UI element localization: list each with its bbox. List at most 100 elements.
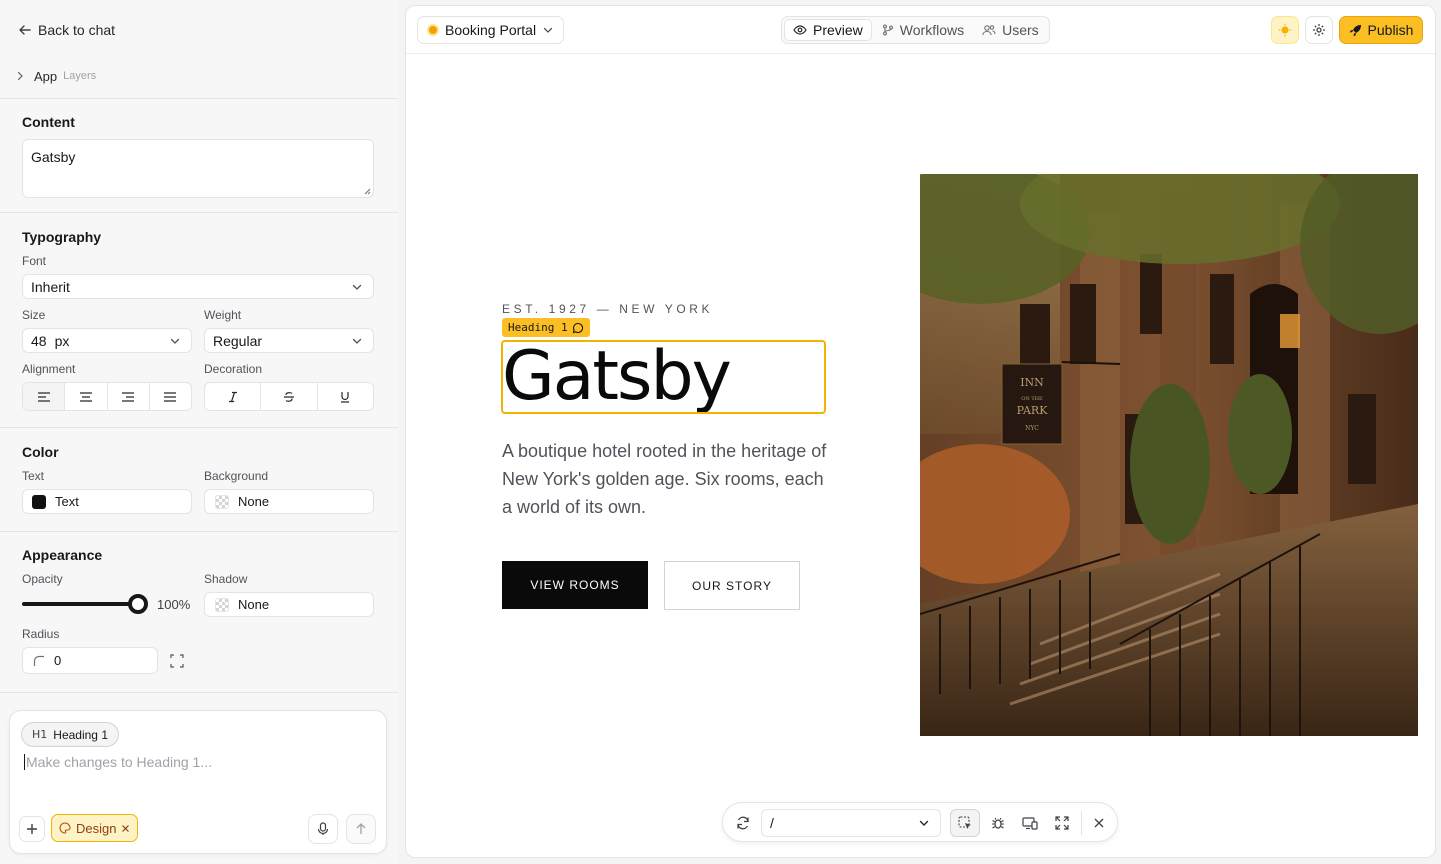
alignment-segmented-control	[22, 382, 192, 411]
select-element-icon	[958, 816, 972, 830]
resize-handle-icon[interactable]	[363, 187, 371, 195]
align-center-button[interactable]	[65, 383, 108, 410]
underline-icon	[339, 391, 351, 403]
arrow-up-icon	[355, 823, 367, 835]
font-label: Font	[22, 254, 47, 268]
text-color-picker[interactable]: Text	[22, 489, 192, 514]
fullscreen-button[interactable]	[1049, 810, 1075, 836]
align-left-icon	[37, 391, 51, 403]
breadcrumb-app[interactable]: App	[34, 69, 57, 84]
content-textarea[interactable]: Gatsby	[22, 139, 374, 198]
publish-button[interactable]: Publish	[1339, 16, 1423, 44]
close-icon	[1093, 817, 1105, 829]
route-select[interactable]: /	[761, 809, 941, 837]
refresh-icon	[736, 816, 750, 830]
context-chip[interactable]: H1 Heading 1	[21, 722, 119, 747]
weight-label: Weight	[204, 308, 242, 322]
weight-select[interactable]: Regular	[204, 328, 374, 353]
transparent-swatch-icon	[215, 597, 229, 612]
selection-outline	[501, 340, 826, 414]
arrow-left-icon	[18, 23, 32, 37]
expand-corners-icon	[170, 654, 184, 668]
underline-button[interactable]	[318, 383, 373, 410]
font-value: Inherit	[31, 278, 70, 295]
tab-preview-label: Preview	[813, 22, 863, 38]
add-attachment-button[interactable]	[19, 816, 45, 842]
opacity-slider-track[interactable]	[22, 602, 140, 606]
size-label: Size	[22, 308, 46, 322]
radius-input[interactable]: 0	[22, 647, 158, 674]
align-justify-icon	[163, 391, 177, 403]
chevron-down-icon	[351, 335, 363, 347]
close-preview-button[interactable]	[1086, 810, 1112, 836]
view-rooms-button[interactable]: VIEW ROOMS	[502, 561, 648, 609]
hero-image: INN ON THE PARK NYC	[920, 174, 1418, 736]
opacity-slider-handle[interactable]	[128, 594, 148, 614]
sun-icon	[1278, 23, 1292, 37]
align-justify-button[interactable]	[150, 383, 191, 410]
shadow-label: Shadow	[204, 572, 248, 586]
settings-button[interactable]	[1305, 16, 1333, 44]
theme-toggle-button[interactable]	[1271, 16, 1299, 44]
properties-panel: Back to chat App Layers Content Gatsby T…	[0, 0, 398, 864]
context-chip-label: Heading 1	[53, 727, 108, 742]
back-to-chat-link[interactable]: Back to chat	[18, 20, 115, 40]
send-button[interactable]	[346, 814, 376, 844]
our-story-button[interactable]: OUR STORY	[664, 561, 800, 610]
size-value: 48	[31, 332, 47, 349]
radius-label: Radius	[22, 627, 60, 641]
chat-input[interactable]: Make changes to Heading 1...	[24, 754, 212, 770]
divider	[0, 212, 398, 213]
strikethrough-icon	[283, 391, 295, 403]
opacity-label: Opacity	[22, 572, 63, 586]
voice-input-button[interactable]	[308, 814, 338, 844]
divider	[0, 692, 398, 693]
size-select[interactable]: 48 px	[22, 328, 192, 353]
divider	[0, 98, 398, 99]
content-value: Gatsby	[31, 149, 76, 165]
top-toolbar: Booking Portal Preview Workflows Users P…	[406, 6, 1435, 54]
responsive-view-button[interactable]	[1017, 810, 1043, 836]
alignment-label: Alignment	[22, 362, 76, 376]
text-color-label: Text	[22, 469, 45, 483]
chevron-down-icon	[351, 281, 363, 293]
individual-corners-button[interactable]	[164, 648, 190, 674]
breadcrumb[interactable]: App Layers	[14, 66, 96, 86]
size-unit: px	[54, 332, 70, 349]
select-element-button[interactable]	[950, 809, 980, 837]
gear-icon	[1312, 23, 1326, 37]
debug-button[interactable]	[985, 810, 1011, 836]
tab-users[interactable]: Users	[974, 19, 1047, 41]
refresh-button[interactable]	[730, 810, 756, 836]
tab-preview[interactable]: Preview	[784, 19, 872, 41]
tab-users-label: Users	[1002, 22, 1039, 38]
tab-workflows-label: Workflows	[899, 22, 965, 38]
design-mode-chip[interactable]: Design	[51, 814, 139, 842]
responsive-icon	[1022, 816, 1038, 830]
project-logo-icon	[427, 24, 439, 36]
toolbar-divider	[1081, 811, 1082, 835]
shadow-picker[interactable]: None	[204, 592, 374, 617]
close-icon[interactable]	[121, 824, 130, 833]
radius-value: 0	[54, 653, 62, 668]
project-switcher[interactable]: Booking Portal	[417, 16, 565, 44]
background-color-picker[interactable]: None	[204, 489, 374, 514]
color-section-title: Color	[22, 444, 59, 460]
selection-tag-label: Heading 1	[508, 321, 568, 334]
italic-button[interactable]	[205, 383, 262, 410]
tab-workflows[interactable]: Workflows	[874, 19, 972, 41]
font-select[interactable]: Inherit	[22, 274, 374, 299]
microphone-icon	[317, 822, 329, 836]
align-right-button[interactable]	[108, 383, 150, 410]
chat-composer: H1 Heading 1 Make changes to Heading 1..…	[9, 710, 387, 854]
text-color-swatch	[32, 494, 46, 509]
preview-canvas: Booking Portal Preview Workflows Users P…	[405, 5, 1436, 858]
divider	[0, 427, 398, 428]
chevron-down-icon	[542, 24, 554, 36]
italic-icon	[227, 391, 239, 403]
strikethrough-button[interactable]	[261, 383, 318, 410]
align-left-button[interactable]	[23, 383, 66, 410]
opacity-value: 100%	[157, 597, 191, 612]
route-value: /	[770, 815, 774, 831]
background-color-label: Background	[204, 469, 269, 483]
